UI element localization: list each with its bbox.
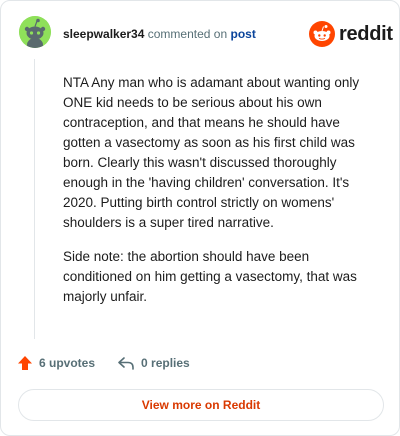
upvote-button[interactable]: 6 upvotes: [17, 355, 95, 371]
thread-line: [34, 59, 35, 339]
reddit-brand[interactable]: reddit: [309, 21, 393, 47]
embedded-comment-card: sleepwalker34 commented on post reddit N…: [0, 0, 400, 436]
comment-paragraph: NTA Any man who is adamant about wanting…: [63, 75, 360, 230]
upvotes-count: 6 upvotes: [39, 356, 96, 370]
user-avatar[interactable]: [19, 16, 51, 48]
post-link[interactable]: post: [230, 27, 255, 41]
upvote-arrow-icon: [18, 356, 32, 370]
snoo-avatar-icon: [19, 16, 51, 48]
comment-body: NTA Any man who is adamant about wanting…: [63, 73, 381, 321]
comment-meta: sleepwalker34 commented on post: [63, 26, 256, 42]
reddit-wordmark: reddit: [339, 22, 393, 45]
reply-button[interactable]: 0 replies: [117, 355, 190, 371]
reply-arrow-icon: [118, 357, 134, 370]
commented-on-text: commented on: [147, 27, 228, 41]
comment-actions: 6 upvotes 0 replies: [17, 355, 190, 371]
reddit-alien-icon: [309, 21, 335, 47]
replies-count: 0 replies: [141, 356, 190, 370]
username-link[interactable]: sleepwalker34: [63, 27, 144, 41]
view-more-on-reddit-button[interactable]: View more on Reddit: [18, 389, 384, 421]
comment-paragraph: Side note: the abortion should have been…: [63, 249, 357, 304]
